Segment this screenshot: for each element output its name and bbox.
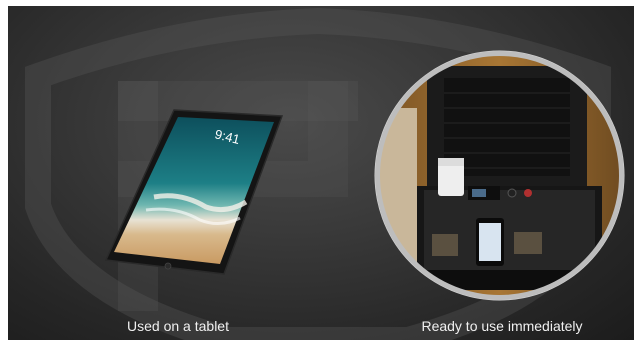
presentation-slide: 9:41 Used on a tablet Ready to use immed… — [8, 6, 634, 340]
tablet-image: 9:41 — [104, 109, 284, 275]
caption-used-on-tablet: Used on a tablet — [127, 318, 229, 334]
caption-ready-to-use: Ready to use immediately — [421, 318, 583, 334]
equipment-case-photo — [374, 50, 625, 301]
